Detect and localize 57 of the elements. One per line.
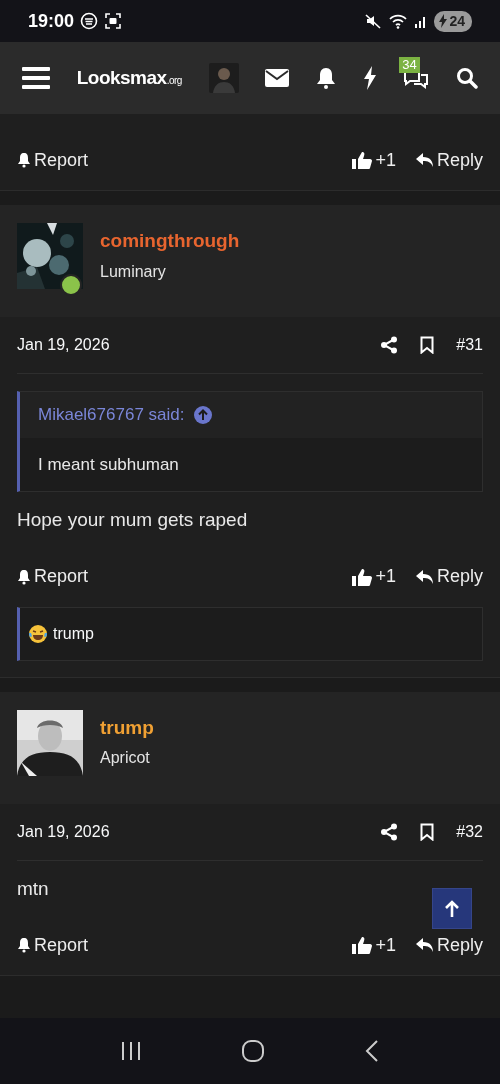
thumbs-up-icon — [352, 936, 373, 954]
recent-apps-icon[interactable] — [119, 1040, 142, 1062]
bell-icon[interactable] — [315, 67, 336, 89]
menu-icon[interactable] — [22, 66, 50, 90]
report-button[interactable]: Report — [17, 931, 89, 959]
bell-icon — [17, 152, 31, 168]
reply-button[interactable]: Reply — [415, 931, 483, 959]
post-text: Hope your mum gets raped — [17, 508, 248, 532]
bookmark-icon[interactable] — [420, 822, 435, 841]
home-icon[interactable] — [241, 1039, 265, 1063]
reply-arrow-icon — [415, 568, 434, 585]
notification-badge: 34 — [399, 57, 420, 73]
music-app-icon — [80, 12, 99, 30]
share-icon[interactable] — [380, 822, 399, 841]
scroll-to-top-button[interactable] — [432, 888, 472, 929]
like-button[interactable]: +1 — [352, 563, 396, 590]
bell-icon — [17, 937, 31, 953]
search-icon[interactable] — [455, 67, 478, 89]
like-button[interactable]: +1 — [352, 146, 396, 174]
report-button[interactable]: Report — [17, 146, 89, 174]
username-link[interactable]: comingthrough — [100, 227, 240, 256]
reaction-user-link[interactable]: trump — [53, 621, 94, 646]
share-icon[interactable] — [380, 336, 399, 354]
bookmark-icon[interactable] — [420, 336, 435, 354]
username-link[interactable]: trump — [100, 713, 154, 742]
thumbs-up-icon — [352, 567, 373, 586]
clock-text: 19:00 — [28, 9, 75, 33]
mute-icon — [364, 12, 383, 30]
arrow-up-circle-icon[interactable] — [194, 405, 213, 424]
post-date-link[interactable]: Jan 19, 2026 — [17, 333, 110, 357]
laughing-emoji-icon — [28, 623, 48, 644]
reply-button[interactable]: Reply — [415, 146, 483, 174]
envelope-icon[interactable] — [265, 69, 290, 87]
avatar-icon[interactable] — [208, 63, 239, 93]
post-number-link[interactable]: #31 — [456, 333, 483, 357]
arrow-up-icon — [443, 899, 461, 918]
charging-icon — [438, 14, 449, 28]
thumbs-up-icon — [352, 151, 373, 169]
wifi-icon — [388, 12, 409, 30]
back-icon[interactable] — [364, 1039, 381, 1063]
quote-author-link[interactable]: Mikael676767 said: — [38, 402, 185, 428]
user-title: Luminary — [100, 261, 167, 282]
bell-icon — [17, 568, 31, 585]
reply-arrow-icon — [415, 152, 434, 168]
quote-text: I meant subhuman — [37, 453, 180, 476]
report-button[interactable]: Report — [17, 563, 89, 590]
lightning-icon[interactable] — [362, 66, 377, 90]
post-text: mtn — [17, 876, 49, 901]
user-title: Apricot — [100, 748, 151, 768]
like-button[interactable]: +1 — [352, 931, 396, 959]
battery-indicator: 24 — [434, 10, 472, 32]
reply-button[interactable]: Reply — [415, 563, 483, 590]
reply-arrow-icon — [415, 937, 434, 953]
post-number-link[interactable]: #32 — [456, 819, 483, 844]
screenshot-icon — [104, 12, 123, 30]
post-date-link[interactable]: Jan 19, 2026 — [17, 819, 110, 844]
site-logo[interactable]: Looksmax.org — [76, 63, 182, 93]
